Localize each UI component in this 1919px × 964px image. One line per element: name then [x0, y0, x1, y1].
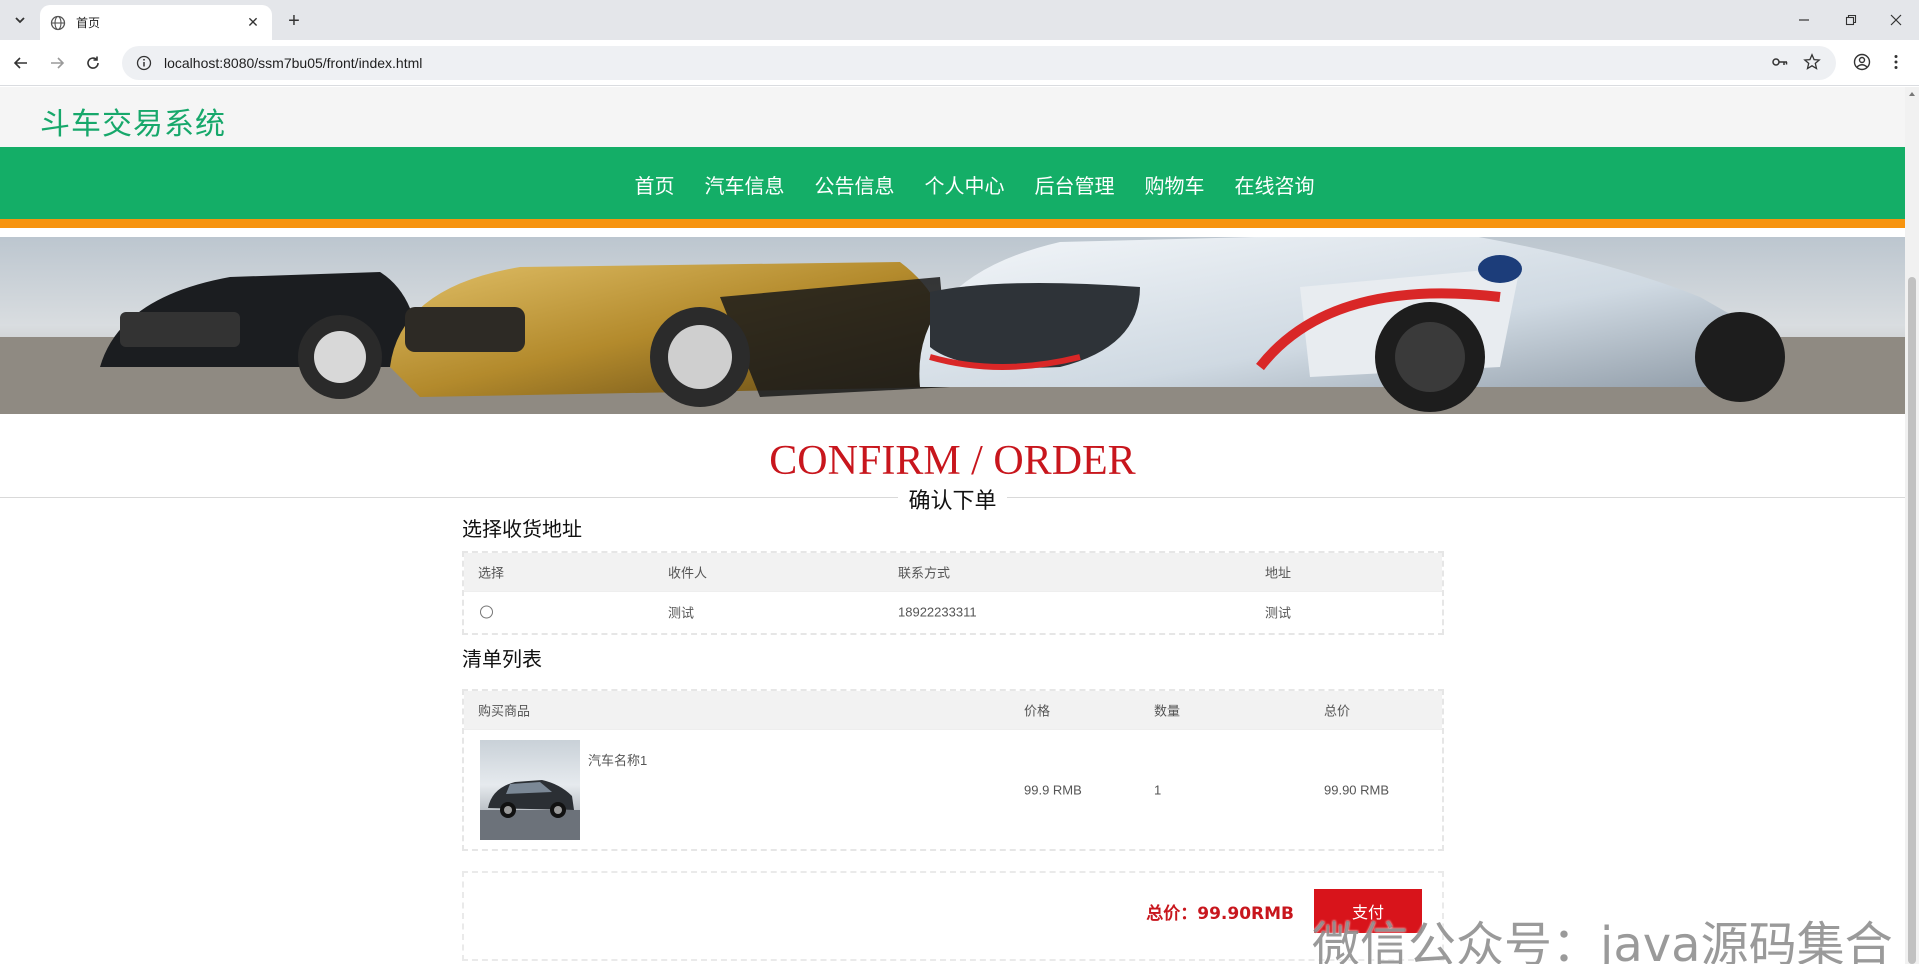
product-thumbnail[interactable]	[480, 740, 580, 840]
globe-icon	[50, 15, 66, 30]
header-price: 价格	[1024, 703, 1051, 719]
nav-item-3[interactable]: 个人中心	[925, 170, 1005, 199]
car-thumbnail-illustration	[480, 780, 580, 840]
page-title-en: CONFIRM / ORDER	[769, 438, 1136, 484]
price-cell: 99.9 RMB	[1024, 782, 1082, 797]
forward-button[interactable]	[44, 50, 70, 76]
address-radio[interactable]	[480, 605, 493, 618]
profile-button[interactable]	[1848, 48, 1876, 76]
arrow-right-icon	[51, 57, 65, 69]
close-tab-icon[interactable]: ✕	[244, 14, 262, 32]
reload-icon	[87, 56, 99, 69]
star-icon	[1803, 53, 1821, 70]
minimize-icon	[1799, 19, 1809, 21]
table-row: 汽车名称1 99.9 RMB 1 99.90 RMB	[464, 729, 1442, 849]
browser-tab-active[interactable]: 首页 ✕	[40, 5, 272, 40]
address-section-title: 选择收货地址	[462, 517, 582, 541]
header-address: 地址	[1265, 565, 1292, 581]
order-table-header: 购买商品 价格 数量 总价	[464, 691, 1442, 729]
url-text: localhost:8080/ssm7bu05/front/index.html	[164, 55, 423, 71]
reload-button[interactable]	[80, 50, 106, 76]
browser-toolbar: localhost:8080/ssm7bu05/front/index.html	[0, 40, 1919, 86]
header-contact: 联系方式	[898, 565, 951, 581]
order-table: 购买商品 价格 数量 总价 汽车名称1 99.9 RMB 1 99.90 RMB	[462, 689, 1444, 851]
nav-item-1[interactable]: 汽车信息	[705, 170, 785, 199]
quantity-cell: 1	[1154, 782, 1162, 797]
scrollbar-thumb[interactable]	[1908, 277, 1916, 964]
nav-items: 首页 汽车信息 公告信息 个人中心 后台管理 购物车 在线咨询	[0, 147, 1905, 222]
nav-item-4[interactable]: 后台管理	[1035, 170, 1115, 199]
race-cars-illustration	[0, 237, 1905, 414]
page-title-cn: 确认下单	[898, 483, 1007, 515]
main-nav: 首页 汽车信息 公告信息 个人中心 后台管理 购物车 在线咨询	[0, 147, 1905, 228]
header-product: 购买商品	[478, 703, 531, 719]
nav-item-6[interactable]: 在线咨询	[1235, 170, 1315, 199]
site-logo[interactable]: 斗车交易系统	[40, 99, 226, 143]
order-summary: 总价：99.90RMB 支付	[462, 871, 1444, 961]
key-icon	[1772, 58, 1788, 66]
table-row[interactable]: 测试 18922233311 测试	[464, 591, 1442, 631]
product-name[interactable]: 汽车名称1	[588, 750, 647, 769]
account-icon	[1853, 53, 1871, 71]
browser-tab-bar: 首页 ✕ +	[0, 0, 1919, 40]
recipient-cell: 测试	[668, 605, 695, 620]
header-quantity: 数量	[1154, 703, 1181, 719]
header-total: 总价	[1324, 703, 1351, 719]
new-tab-button[interactable]: +	[282, 9, 306, 33]
more-vertical-icon	[1894, 55, 1898, 69]
arrow-left-icon	[13, 57, 27, 69]
chevron-down-icon	[15, 17, 25, 24]
address-cell: 测试	[1265, 605, 1292, 620]
nav-item-0[interactable]: 首页	[635, 170, 675, 199]
phone-cell: 18922233311	[898, 604, 977, 619]
nav-accent-stripe	[0, 219, 1905, 228]
page-scrollbar[interactable]	[1905, 87, 1919, 964]
address-table-header: 选择 收件人 联系方式 地址	[464, 553, 1442, 591]
order-total: 总价：99.90RMB	[1146, 904, 1294, 924]
order-section-title: 清单列表	[462, 647, 542, 671]
nav-item-5[interactable]: 购物车	[1145, 170, 1205, 199]
watermark-text: 微信公众号：java源码集合	[1312, 917, 1893, 964]
scroll-up-icon[interactable]	[1908, 90, 1916, 98]
minimize-button[interactable]	[1790, 8, 1818, 32]
site-info-icon[interactable]	[136, 55, 152, 71]
page-subtitle: 确认下单	[0, 483, 1905, 515]
restore-button[interactable]	[1837, 8, 1865, 32]
tab-title: 首页	[76, 16, 101, 30]
nav-item-2[interactable]: 公告信息	[815, 170, 895, 199]
close-icon	[1890, 14, 1902, 26]
page-viewport: 斗车交易系统 首页 汽车信息 公告信息 个人中心 后台管理 购物车 在线咨询 C…	[0, 87, 1919, 964]
restore-icon	[1845, 14, 1857, 26]
tab-search-button[interactable]	[8, 8, 32, 32]
password-key-button[interactable]	[1766, 48, 1794, 76]
hero-banner-image	[0, 237, 1905, 414]
back-button[interactable]	[8, 50, 34, 76]
header-select: 选择	[478, 565, 505, 581]
address-bar[interactable]: localhost:8080/ssm7bu05/front/index.html	[122, 46, 1836, 80]
browser-menu-button[interactable]	[1882, 48, 1910, 76]
site-header: 斗车交易系统	[0, 87, 1905, 147]
bookmark-button[interactable]	[1798, 48, 1826, 76]
close-window-button[interactable]	[1882, 8, 1910, 32]
header-recipient: 收件人	[668, 565, 708, 581]
total-cell: 99.90 RMB	[1324, 782, 1390, 797]
address-table: 选择 收件人 联系方式 地址 测试 18922233311 测试	[462, 551, 1444, 635]
